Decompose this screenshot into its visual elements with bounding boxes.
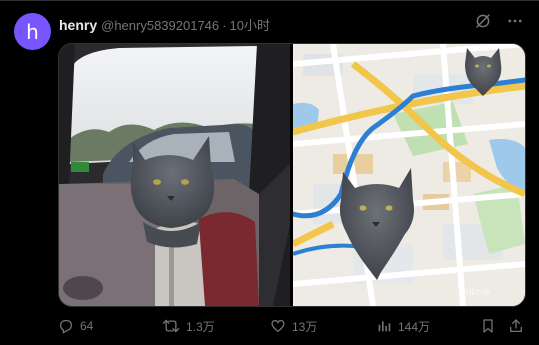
photo-cat-in-car[interactable] bbox=[59, 44, 290, 306]
views-count: 144万 bbox=[398, 319, 431, 334]
separator: · bbox=[222, 18, 227, 33]
more-icon[interactable] bbox=[505, 11, 525, 31]
media-watermark: tiktok bbox=[465, 288, 492, 298]
share-icon bbox=[508, 318, 524, 334]
reply-button[interactable]: 64 bbox=[58, 315, 93, 337]
post-header: henry @henry5839201746 · 10小时 bbox=[59, 15, 270, 35]
header-actions bbox=[473, 11, 525, 31]
like-button[interactable]: 13万 bbox=[270, 315, 317, 337]
share-button[interactable] bbox=[508, 315, 524, 337]
map-photo-art bbox=[293, 44, 525, 306]
photo-cat-map[interactable]: tiktok bbox=[293, 44, 525, 306]
handle[interactable]: @henry5839201746 bbox=[101, 18, 219, 33]
bookmark-icon bbox=[480, 318, 496, 334]
repost-button[interactable]: 1.3万 bbox=[162, 315, 215, 337]
grok-icon[interactable] bbox=[473, 11, 493, 31]
like-icon bbox=[270, 318, 286, 334]
bookmark-button[interactable] bbox=[480, 315, 496, 337]
repost-count: 1.3万 bbox=[186, 319, 215, 334]
views-button[interactable]: 144万 bbox=[376, 315, 430, 337]
views-icon bbox=[376, 318, 392, 334]
divider bbox=[0, 0, 539, 1]
reply-count: 64 bbox=[80, 319, 94, 333]
media-grid: tiktok bbox=[58, 43, 526, 307]
action-bar: 64 1.3万 13万 144万 bbox=[58, 315, 524, 337]
like-count: 13万 bbox=[292, 319, 318, 334]
avatar[interactable]: h bbox=[14, 13, 51, 50]
repost-icon bbox=[162, 318, 180, 334]
car-photo-art bbox=[59, 44, 290, 306]
reply-icon bbox=[58, 318, 74, 334]
display-name[interactable]: henry bbox=[59, 17, 97, 33]
timestamp[interactable]: 10小时 bbox=[229, 15, 269, 34]
tweet[interactable]: h henry @henry5839201746 · 10小时 tiktok 6… bbox=[0, 0, 539, 345]
